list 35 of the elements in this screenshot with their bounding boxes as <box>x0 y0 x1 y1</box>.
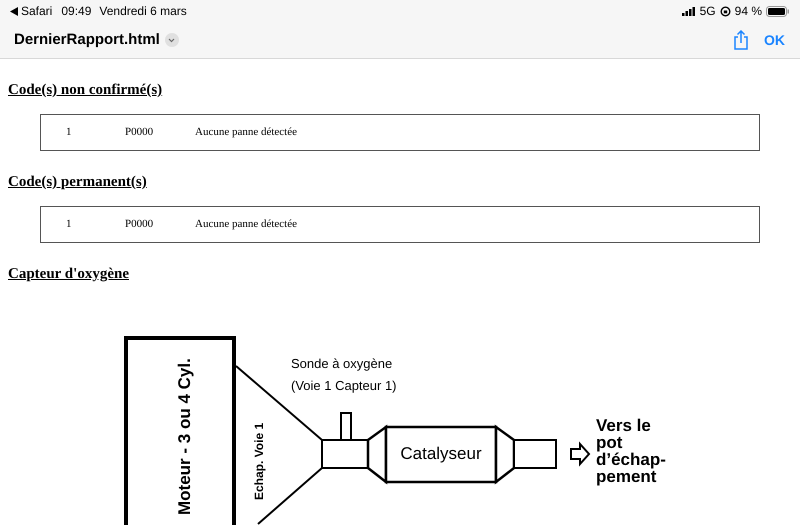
chevron-icon <box>168 38 176 42</box>
section-heading: Code(s) permanent(s) <box>8 174 147 190</box>
lock-rotation-icon <box>720 6 731 16</box>
status-time: 09:49 <box>61 3 92 20</box>
sensor-label: (Voie 1 Capteur 1) <box>291 378 397 393</box>
signal-icon <box>682 6 696 16</box>
table-cell-text: P0000 <box>125 217 154 232</box>
outlet-pipe <box>513 439 557 469</box>
table-cell-text: Aucune panne détectée <box>195 125 297 140</box>
table-cell-text: P0000 <box>125 125 154 140</box>
outlet-label: pot <box>596 433 622 452</box>
catalyst-label: Catalyseur <box>400 444 482 463</box>
back-arrow-icon[interactable] <box>10 6 18 16</box>
share-icon[interactable] <box>733 30 749 50</box>
battery-percent: 94 % <box>734 3 762 20</box>
section-heading: Code(s) non confirmé(s) <box>8 82 162 98</box>
arrow-icon <box>570 441 590 467</box>
table-cell-text: 1 <box>66 217 72 232</box>
outlet-label: pement <box>596 467 656 486</box>
oxygen-sensor <box>340 412 352 441</box>
table-cell-text: Aucune panne détectée <box>195 217 297 232</box>
network-label: 5G <box>700 3 716 20</box>
exhaust-label: Echap. Voie 1 <box>252 422 266 500</box>
outlet-label: d’échap- <box>596 450 666 469</box>
outlet-label: Vers le <box>596 416 651 435</box>
battery-icon <box>766 6 790 16</box>
status-date: Vendredi 6 mars <box>99 3 187 20</box>
table-cell-text: 1 <box>66 125 72 140</box>
back-app-link[interactable]: Safari <box>21 2 52 20</box>
pipe-section <box>321 439 369 469</box>
document-title: DernierRapport.html <box>14 30 160 50</box>
section-heading: Capteur d'oxygène <box>8 266 129 282</box>
engine-label: Moteur - 3 ou 4 Cyl. <box>175 358 194 515</box>
sensor-label: Sonde à oxygène <box>291 356 392 371</box>
title-menu-button[interactable] <box>164 33 179 47</box>
